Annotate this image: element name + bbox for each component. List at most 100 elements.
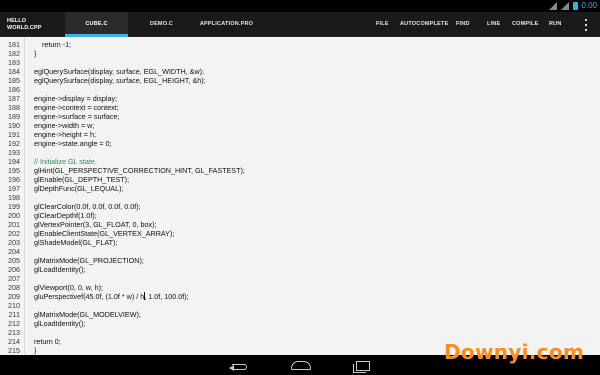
back-icon[interactable] bbox=[228, 358, 252, 372]
signal-icon bbox=[561, 2, 570, 10]
wifi-icon bbox=[549, 2, 558, 10]
compile-button[interactable]: COMPILE bbox=[512, 12, 538, 37]
code-text: glLoadIdentity(); bbox=[34, 319, 86, 328]
code-line: 200 glClearDepthf(1.0f); bbox=[0, 211, 600, 220]
code-text: glVertexPointer(3, GL_FLOAT, 0, box); bbox=[34, 220, 157, 229]
tab-cube-c[interactable]: CUBE.C bbox=[65, 12, 128, 37]
code-line: 210 bbox=[0, 301, 600, 310]
line-number: 194 bbox=[8, 157, 20, 166]
line-number: 196 bbox=[8, 175, 20, 184]
code-line: 213 bbox=[0, 328, 600, 337]
watermark-logo: Downyi.com bbox=[444, 340, 584, 364]
action-bar: HELLO WORLD.CPP CUBE.C DEMO.C APPLICATIO… bbox=[0, 12, 600, 37]
code-comment: // Initialize GL state. bbox=[34, 157, 97, 166]
code-line: 201 glVertexPointer(3, GL_FLOAT, 0, box); bbox=[0, 220, 600, 229]
code-text: engine->width = w; bbox=[34, 121, 95, 130]
code-text: glClearDepthf(1.0f); bbox=[34, 211, 97, 220]
line-number: 186 bbox=[8, 85, 20, 94]
code-line: 181 return -1; bbox=[0, 40, 600, 49]
code-line: 196 glEnable(GL_DEPTH_TEST); bbox=[0, 175, 600, 184]
line-number: 182 bbox=[8, 49, 20, 58]
line-number: 200 bbox=[8, 211, 20, 220]
line-number: 181 bbox=[8, 40, 20, 49]
line-number: 204 bbox=[8, 247, 20, 256]
line-number: 207 bbox=[8, 274, 20, 283]
code-text: glLoadIdentity(); bbox=[34, 265, 86, 274]
code-text: glDepthFunc(GL_LEQUAL); bbox=[34, 184, 124, 193]
app-title-line2: WORLD.CPP bbox=[7, 24, 42, 31]
code-line: 183 bbox=[0, 58, 600, 67]
code-line: 184 eglQuerySurface(display, surface, EGL… bbox=[0, 67, 600, 76]
code-text: glShadeModel(GL_FLAT); bbox=[34, 238, 118, 247]
code-line: 209 gluPerspectivef(45.0f, (1.0f * w) / h… bbox=[0, 292, 600, 301]
code-line: 186 bbox=[0, 85, 600, 94]
recents-icon[interactable] bbox=[350, 358, 374, 373]
code-editor[interactable]: 181 return -1; 182} 183 184 eglQuerySurface(… bbox=[0, 37, 600, 355]
run-button[interactable]: RUN bbox=[549, 12, 562, 37]
file-button[interactable]: FILE bbox=[376, 12, 389, 37]
line-button[interactable]: LINE bbox=[487, 12, 500, 37]
code-line: 212 glLoadIdentity(); bbox=[0, 319, 600, 328]
line-number: 212 bbox=[8, 319, 20, 328]
line-number: 206 bbox=[8, 265, 20, 274]
line-number: 213 bbox=[8, 328, 20, 337]
overflow-menu-icon[interactable] bbox=[584, 19, 588, 31]
code-line: 182} bbox=[0, 49, 600, 58]
line-number: 203 bbox=[8, 238, 20, 247]
tab-label: APPLICATION.PRO bbox=[199, 21, 254, 27]
tab-application-pro[interactable]: APPLICATION.PRO bbox=[195, 12, 258, 37]
code-text: glMatrixMode(GL_MODELVIEW); bbox=[34, 310, 141, 319]
code-line: 197 glDepthFunc(GL_LEQUAL); bbox=[0, 184, 600, 193]
find-button[interactable]: FIND bbox=[456, 12, 470, 37]
line-number: 184 bbox=[8, 67, 20, 76]
code-text: } bbox=[34, 49, 37, 58]
code-text: glClearColor(0.0f, 0.0f, 0.0f, 0.0f); bbox=[34, 202, 141, 211]
line-number: 195 bbox=[8, 166, 20, 175]
code-line: 199 glClearColor(0.0f, 0.0f, 0.0f, 0.0f); bbox=[0, 202, 600, 211]
line-number: 208 bbox=[8, 283, 20, 292]
code-text: engine->height = h; bbox=[34, 130, 96, 139]
code-line: 205 glMatrixMode(GL_PROJECTION); bbox=[0, 256, 600, 265]
code-line: 207 bbox=[0, 274, 600, 283]
tab-demo-c[interactable]: DEMO.C bbox=[130, 12, 193, 37]
line-number: 193 bbox=[8, 148, 20, 157]
autocomplete-button[interactable]: AUTOCOMPLETE bbox=[400, 12, 448, 37]
code-line: 203 glShadeModel(GL_FLAT); bbox=[0, 238, 600, 247]
code-text: engine->state.angle = 0; bbox=[34, 139, 112, 148]
code-text: engine->context = context; bbox=[34, 103, 119, 112]
line-number: 198 bbox=[8, 193, 20, 202]
code-line: 190 engine->width = w; bbox=[0, 121, 600, 130]
line-number: 188 bbox=[8, 103, 20, 112]
line-number: 205 bbox=[8, 256, 20, 265]
code-line: 208 glViewport(0, 0, w, h); bbox=[0, 283, 600, 292]
code-line: 204 bbox=[0, 247, 600, 256]
line-number: 210 bbox=[8, 301, 20, 310]
line-number: 189 bbox=[8, 112, 20, 121]
line-number: 190 bbox=[8, 121, 20, 130]
code-text: glEnable(GL_DEPTH_TEST); bbox=[34, 175, 130, 184]
code-text: engine->surface = surface; bbox=[34, 112, 120, 121]
code-line: 189 engine->surface = surface; bbox=[0, 112, 600, 121]
app-title[interactable]: HELLO WORLD.CPP bbox=[7, 18, 42, 31]
code-line: 206 glLoadIdentity(); bbox=[0, 265, 600, 274]
line-number: 197 bbox=[8, 184, 20, 193]
code-line: 191 engine->height = h; bbox=[0, 130, 600, 139]
code-line: 185 eglQuerySurface(display, surface, EGL… bbox=[0, 76, 600, 85]
code-line: 192 engine->state.angle = 0; bbox=[0, 139, 600, 148]
code-line: 202 glEnableClientState(GL_VERTEX_ARRAY); bbox=[0, 229, 600, 238]
line-number: 201 bbox=[8, 220, 20, 229]
tab-label: DEMO.C bbox=[149, 21, 174, 27]
code-text: glMatrixMode(GL_PROJECTION); bbox=[34, 256, 144, 265]
code-text: eglQuerySurface(display, surface, EGL_WI… bbox=[34, 67, 205, 76]
tab-label: CUBE.C bbox=[85, 21, 108, 27]
line-number: 191 bbox=[8, 130, 20, 139]
battery-icon bbox=[573, 2, 579, 10]
code-text: glEnableClientState(GL_VERTEX_ARRAY); bbox=[34, 229, 175, 238]
code-line: 193 bbox=[0, 148, 600, 157]
home-icon[interactable] bbox=[289, 358, 313, 372]
code-text: glHint(GL_PERSPECTIVE_CORRECTION_HINT, G… bbox=[34, 166, 245, 175]
line-number: 215 bbox=[8, 346, 20, 355]
code-line: 194 // Initialize GL state. bbox=[0, 157, 600, 166]
text-cursor bbox=[144, 292, 145, 300]
line-number: 192 bbox=[8, 139, 20, 148]
